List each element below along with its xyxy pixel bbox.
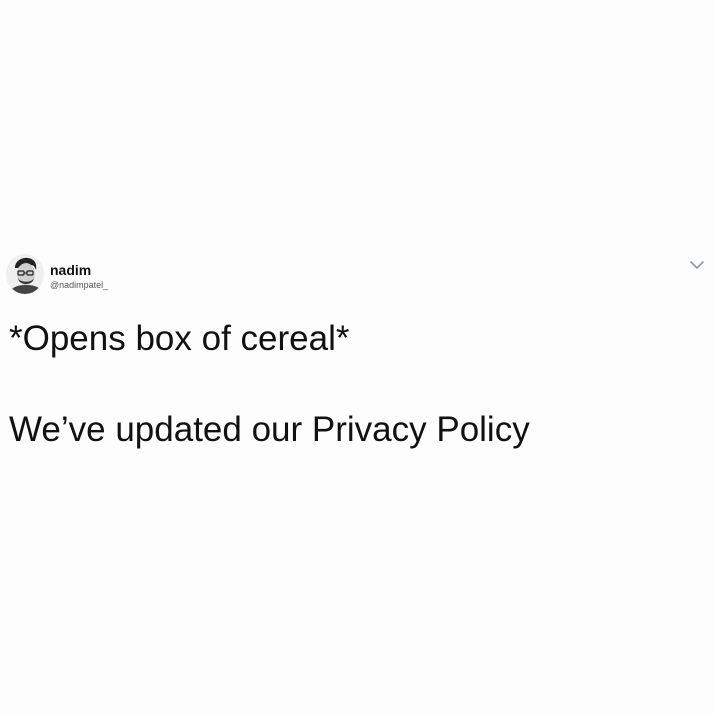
tweet-text-line-2: We’ve updated our Privacy Policy <box>9 410 530 449</box>
tweet-card: nadim @nadimpatel_ *Opens box of cereal*… <box>0 0 714 715</box>
author-display-name[interactable]: nadim <box>50 262 91 278</box>
chevron-down-icon[interactable] <box>689 258 705 270</box>
avatar-portrait <box>6 254 44 294</box>
tweet-text-line-1: *Opens box of cereal* <box>9 319 350 358</box>
author-handle[interactable]: @nadimpatel_ <box>50 280 108 291</box>
user-avatar-icon[interactable] <box>6 254 44 294</box>
